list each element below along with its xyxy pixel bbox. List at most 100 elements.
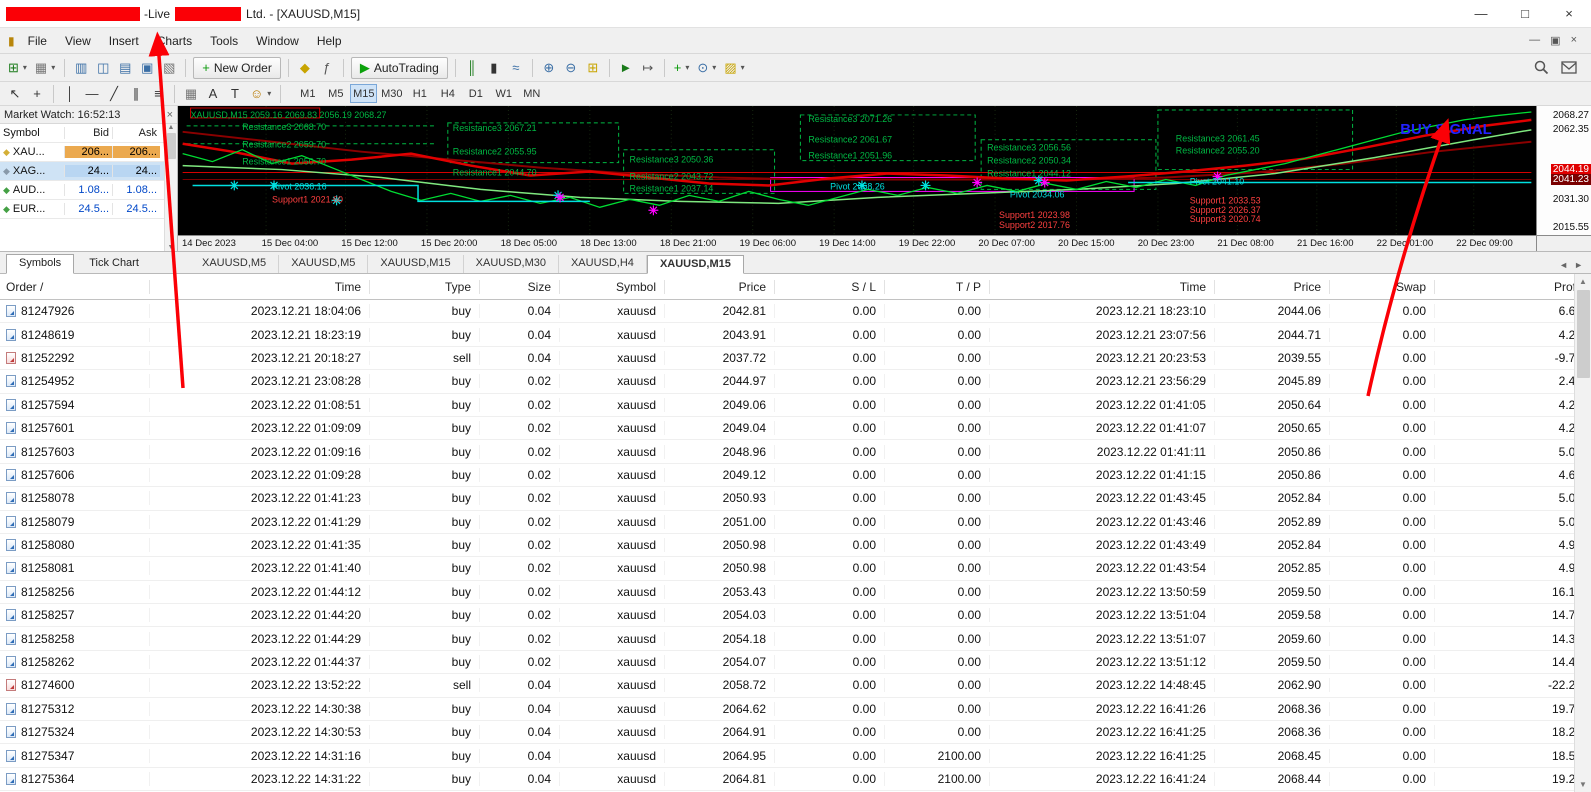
order-row[interactable]: 81257594 2023.12.22 01:08:51 buy 0.02 xauusd… [0, 394, 1591, 417]
order-row[interactable]: 81258081 2023.12.22 01:41:40 buy 0.02 xauusd… [0, 557, 1591, 581]
mdi-minimize-button[interactable]: — [1529, 34, 1540, 47]
periods-button[interactable]: ⊙ ▾ [693, 57, 720, 79]
orders-column-header-8[interactable]: Time [990, 279, 1215, 294]
timeframe-m15-button[interactable]: M15 [350, 84, 378, 103]
new-chart-button[interactable]: ⊞ ▾ [4, 57, 31, 79]
vertical-line-button[interactable]: │ [59, 83, 81, 105]
orders-column-header-6[interactable]: S / L [775, 279, 885, 294]
order-row[interactable]: 81257601 2023.12.22 01:09:09 buy 0.02 xauusd… [0, 417, 1591, 441]
new-order-button[interactable]: + New Order [193, 56, 281, 79]
orders-column-header-1[interactable]: Time [150, 279, 370, 294]
order-row[interactable]: 81248619 2023.12.21 18:23:19 buy 0.04 xauusd… [0, 323, 1591, 347]
fibonacci-retracement-button[interactable]: ≡ [147, 83, 169, 105]
chart-shift-button[interactable]: ↦ [637, 57, 659, 79]
chart-tab[interactable]: XAUUSD,M15 [368, 255, 464, 273]
scroll-down-icon[interactable]: ▼ [1579, 777, 1587, 792]
candlestick-chart-button[interactable]: ▮ [483, 57, 505, 79]
menu-item-view[interactable]: View [56, 30, 100, 52]
text-label-button[interactable]: T [224, 83, 246, 105]
order-row[interactable]: 81274600 2023.12.22 13:52:22 sell 0.04 xauus… [0, 674, 1591, 698]
order-row[interactable]: 81257606 2023.12.22 01:09:28 buy 0.02 xauusd… [0, 464, 1591, 488]
menu-item-file[interactable]: File [19, 30, 56, 52]
market-watch-row[interactable]: ◆ AUD... 1.08... 1.08... [0, 181, 164, 200]
order-row[interactable]: 81275364 2023.12.22 14:31:22 buy 0.04 xauusd… [0, 768, 1591, 792]
market-watch-scrollbar[interactable]: ▲ ▼ [164, 124, 177, 251]
chart-tab[interactable]: XAUUSD,M5 [279, 255, 369, 273]
order-row[interactable]: 81254952 2023.12.21 23:08:28 buy 0.02 xauusd… [0, 370, 1591, 394]
tab-tick-chart[interactable]: Tick Chart [76, 254, 152, 273]
equidistant-channel-button[interactable]: ∥ [125, 83, 147, 105]
orders-column-header-11[interactable]: Profit [1435, 279, 1591, 294]
scrollbar-thumb[interactable] [1576, 290, 1590, 378]
market-watch-close-icon[interactable]: × [167, 109, 173, 121]
order-row[interactable]: 81258257 2023.12.22 01:44:20 buy 0.02 xauusd… [0, 604, 1591, 628]
crosshair-button[interactable]: + [26, 83, 48, 105]
chart-tab[interactable]: XAUUSD,M5 [190, 255, 280, 273]
order-row[interactable]: 81258258 2023.12.22 01:44:29 buy 0.02 xauusd… [0, 627, 1591, 651]
auto-scroll-button[interactable]: ► [615, 57, 637, 79]
order-row[interactable]: 81257603 2023.12.22 01:09:16 buy 0.02 xauusd… [0, 440, 1591, 464]
timeframe-m30-button[interactable]: M30 [378, 84, 405, 103]
strategy-tester-button[interactable]: ▧ [158, 57, 180, 79]
line-chart-button[interactable]: ≈ [505, 57, 527, 79]
mail-icon[interactable] [1561, 61, 1577, 74]
chart-tab[interactable]: XAUUSD,M15 [646, 255, 744, 274]
menu-item-insert[interactable]: Insert [100, 30, 148, 52]
scroll-up-icon[interactable]: ▲ [1579, 274, 1587, 289]
templates-button[interactable]: ▨ ▾ [720, 57, 748, 79]
chart-tab[interactable]: XAUUSD,H4 [559, 255, 647, 273]
orders-column-header-9[interactable]: Price [1215, 279, 1330, 294]
orders-column-header-0[interactable]: Order / [0, 279, 150, 294]
menu-item-charts[interactable]: Charts [148, 30, 201, 52]
data-window-button[interactable]: ◫ [92, 57, 114, 79]
scroll-up-icon[interactable]: ▲ [168, 124, 175, 131]
order-row[interactable]: 81258080 2023.12.22 01:41:35 buy 0.02 xauusd… [0, 534, 1591, 558]
order-row[interactable]: 81275312 2023.12.22 14:30:38 buy 0.04 xauusd… [0, 698, 1591, 722]
horizontal-line-button[interactable]: — [81, 83, 103, 105]
price-chart[interactable]: XAUUSD,M15 2059.16 2069.83 2056.19 2068.… [178, 106, 1536, 236]
timeframe-w1-button[interactable]: W1 [490, 84, 517, 103]
mw-column-bid[interactable]: Bid [64, 127, 112, 139]
tile-windows-button[interactable]: ⊞ [582, 57, 604, 79]
mw-column-ask[interactable]: Ask [112, 127, 160, 139]
zoom-in-button[interactable]: ⊕ [538, 57, 560, 79]
text-button[interactable]: A [202, 83, 224, 105]
bar-chart-button[interactable]: ║ [461, 57, 483, 79]
cursor-button[interactable]: ↖ [4, 83, 26, 105]
timeframe-m5-button[interactable]: M5 [322, 84, 349, 103]
orders-column-header-7[interactable]: T / P [885, 279, 990, 294]
zoom-out-button[interactable]: ⊖ [560, 57, 582, 79]
orders-column-header-3[interactable]: Size [480, 279, 560, 294]
expert-advisors-button[interactable]: ƒ [316, 57, 338, 79]
menu-item-help[interactable]: Help [308, 30, 351, 52]
order-row[interactable]: 81247926 2023.12.21 18:04:06 buy 0.04 xauusd… [0, 300, 1591, 324]
mw-column-symbol[interactable]: Symbol [0, 127, 64, 139]
orders-column-header-10[interactable]: Swap [1330, 279, 1435, 294]
tab-scroll-left-icon[interactable]: ◄ [1559, 260, 1568, 270]
timeframe-m1-button[interactable]: M1 [294, 84, 321, 103]
orders-column-header-4[interactable]: Symbol [560, 279, 665, 294]
autotrading-button[interactable]: ▶ AutoTrading [350, 56, 448, 79]
order-row[interactable]: 81258262 2023.12.22 01:44:37 buy 0.02 xauusd… [0, 651, 1591, 675]
scrollbar-thumb[interactable] [166, 133, 176, 159]
market-watch-row[interactable]: ◆ XAG... 24... 24... [0, 162, 164, 181]
window-maximize-button[interactable]: □ [1503, 0, 1547, 28]
search-icon[interactable] [1534, 60, 1549, 75]
orders-column-header-5[interactable]: Price [665, 279, 775, 294]
order-row[interactable]: 81252292 2023.12.21 20:18:27 sell 0.04 xauus… [0, 347, 1591, 371]
orders-column-header-2[interactable]: Type [370, 279, 480, 294]
indicators-button[interactable]: + ▾ [670, 57, 694, 79]
menu-item-window[interactable]: Window [247, 30, 308, 52]
timeframe-h1-button[interactable]: H1 [406, 84, 433, 103]
profiles-button[interactable]: ▦ ▾ [31, 57, 59, 79]
chart-tab[interactable]: XAUUSD,M30 [464, 255, 559, 273]
order-row[interactable]: 81258078 2023.12.22 01:41:23 buy 0.02 xauusd… [0, 487, 1591, 511]
timeframe-mn-button[interactable]: MN [518, 84, 545, 103]
arrows-button[interactable]: ☺ ▾ [246, 83, 275, 105]
mdi-close-button[interactable]: × [1571, 34, 1577, 47]
terminal-button[interactable]: ▣ [136, 57, 158, 79]
menu-item-tools[interactable]: Tools [201, 30, 247, 52]
order-row[interactable]: 81275324 2023.12.22 14:30:53 buy 0.04 xauusd… [0, 721, 1591, 745]
metaeditor-button[interactable]: ◆ [294, 57, 316, 79]
timeframe-h4-button[interactable]: H4 [434, 84, 461, 103]
